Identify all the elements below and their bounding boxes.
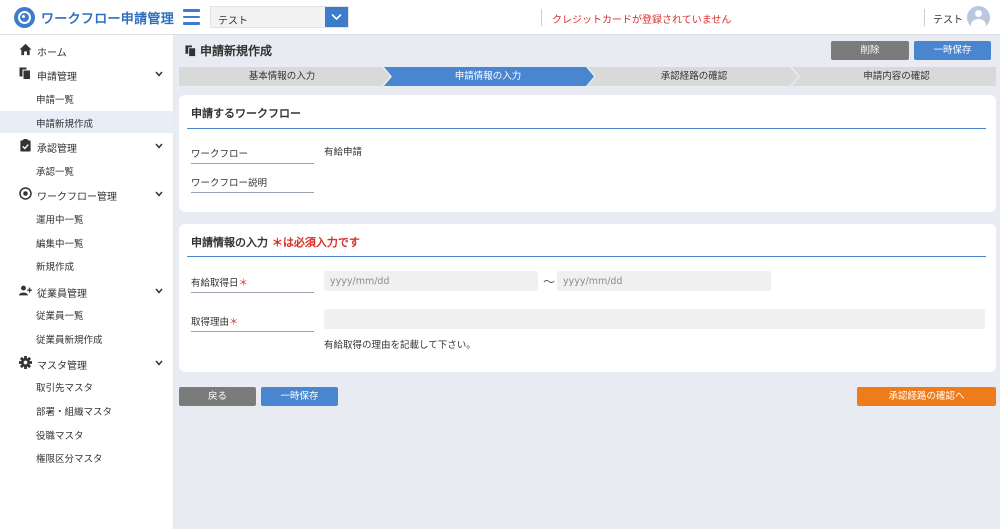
delete-button[interactable]: 削除 <box>831 41 909 60</box>
required-note: ＊は必須入力です <box>271 236 360 249</box>
workspace-select[interactable]: テスト <box>210 6 349 28</box>
sidebar-item-label: 編集中一覧 <box>36 239 84 250</box>
required-mark: ＊ <box>238 278 249 289</box>
sidebar-group-label: マスタ管理 <box>37 361 87 372</box>
clipboard-check-icon <box>20 139 31 152</box>
document-icon <box>185 44 197 57</box>
app-title: ワークフロー申請管理 <box>41 12 175 27</box>
sidebar-item-permission-master[interactable]: 権限区分マスタ <box>0 446 174 468</box>
date-range-separator: 〜 <box>543 275 556 289</box>
chevron-down-icon[interactable] <box>325 7 348 27</box>
top-bar: ワークフロー申請管理 テスト クレジットカードが登録されていません テスト <box>0 0 1000 35</box>
sidebar-item-home[interactable]: ホーム <box>0 39 174 61</box>
gear-icon <box>19 356 32 369</box>
sidebar-item-label: 部署・組織マスタ <box>36 407 113 418</box>
sidebar: ホーム 申請管理 申請一覧 申請新規作成 承認管理 承認一覧 ワークフロー管理 … <box>0 35 174 529</box>
leave-reason-hint: 有給取得の理由を記載して下さい。 <box>324 340 476 351</box>
sidebar-item-position-master[interactable]: 役職マスタ <box>0 423 174 445</box>
sidebar-item-active-workflows[interactable]: 運用中一覧 <box>0 207 174 229</box>
leave-date-to-input[interactable]: yyyy/mm/dd <box>557 271 771 291</box>
workflow-card-title: 申請するワークフロー <box>191 107 301 120</box>
user-plus-icon <box>19 285 32 296</box>
workflow-label: ワークフロー <box>191 146 314 164</box>
sidebar-item-label: 取引先マスタ <box>36 383 94 394</box>
page-title-text: 申請新規作成 <box>200 44 273 58</box>
sidebar-group-application[interactable]: 申請管理 <box>0 63 174 85</box>
sidebar-item-employee-list[interactable]: 従業員一覧 <box>0 303 174 325</box>
sidebar-group-workflow[interactable]: ワークフロー管理 <box>0 183 174 205</box>
chevron-down-icon <box>155 288 163 294</box>
sidebar-item-label: 権限区分マスタ <box>36 454 103 465</box>
sidebar-item-editing-workflows[interactable]: 編集中一覧 <box>0 231 174 253</box>
brand[interactable]: ワークフロー申請管理 <box>14 7 174 28</box>
sidebar-group-approval[interactable]: 承認管理 <box>0 135 174 157</box>
sidebar-group-master[interactable]: マスタ管理 <box>0 352 174 374</box>
sidebar-item-label: 申請一覧 <box>36 95 75 106</box>
sidebar-item-label: 承認一覧 <box>36 167 75 178</box>
workflow-value: 有給申請 <box>324 147 363 158</box>
temp-save-button-top[interactable]: 一時保存 <box>914 41 991 60</box>
back-button[interactable]: 戻る <box>179 387 256 406</box>
card-title-text: 申請情報の入力 <box>191 236 268 249</box>
sidebar-item-label: 従業員新規作成 <box>36 335 103 346</box>
leave-date-label: 有給取得日＊ <box>191 275 314 293</box>
sidebar-item-label: 従業員一覧 <box>36 311 84 322</box>
avatar[interactable] <box>967 6 990 29</box>
chevron-down-icon <box>155 360 163 366</box>
document-icon <box>19 67 31 80</box>
sidebar-group-label: ワークフロー管理 <box>37 192 117 203</box>
sidebar-item-new-employee[interactable]: 従業員新規作成 <box>0 327 174 349</box>
sidebar-item-label: 新規作成 <box>36 262 75 273</box>
logo-icon <box>14 7 35 28</box>
leave-date-from-input[interactable]: yyyy/mm/dd <box>324 271 538 291</box>
target-icon <box>19 187 32 200</box>
progress-steps: 基本情報の入力 申請情報の入力 承認経路の確認 申請内容の確認 <box>179 67 996 86</box>
workflow-card: 申請するワークフロー ワークフロー 有給申請 ワークフロー説明 <box>179 95 996 212</box>
workspace-select-value: テスト <box>218 16 248 27</box>
sidebar-item-new-application[interactable]: 申請新規作成 <box>0 111 174 133</box>
temp-save-button-bottom[interactable]: 一時保存 <box>261 387 338 406</box>
sidebar-item-label: 運用中一覧 <box>36 215 84 226</box>
chevron-down-icon <box>155 191 163 197</box>
home-icon <box>19 43 32 56</box>
sidebar-item-client-master[interactable]: 取引先マスタ <box>0 375 174 397</box>
sidebar-group-label: 承認管理 <box>37 144 77 155</box>
application-input-card-title: 申請情報の入力 ＊は必須入力です <box>191 234 360 250</box>
field-label-text: 取得理由 <box>191 317 230 328</box>
step-confirm: 申請内容の確認 <box>863 71 930 82</box>
sidebar-item-label: 役職マスタ <box>36 431 84 442</box>
sidebar-group-employees[interactable]: 従業員管理 <box>0 280 174 302</box>
required-mark: ＊ <box>229 317 239 328</box>
leave-reason-label: 取得理由＊ <box>191 314 314 332</box>
step-application-info: 申請情報の入力 <box>454 71 522 82</box>
workflow-description-label: ワークフロー説明 <box>191 175 314 193</box>
step-approval-route: 承認経路の確認 <box>660 71 728 82</box>
input-placeholder: yyyy/mm/dd <box>563 276 623 287</box>
page-title: 申請新規作成 <box>185 42 272 59</box>
sidebar-item-application-list[interactable]: 申請一覧 <box>0 87 174 109</box>
divider <box>541 9 542 26</box>
field-label-text: 有給取得日 <box>191 278 239 289</box>
credit-card-alert: クレジットカードが登録されていません <box>552 15 732 26</box>
sidebar-item-label: 申請新規作成 <box>36 119 94 130</box>
input-placeholder: yyyy/mm/dd <box>330 276 390 287</box>
divider <box>187 256 986 257</box>
sidebar-group-label: 申請管理 <box>37 72 77 83</box>
sidebar-group-label: 従業員管理 <box>37 289 87 300</box>
divider <box>187 128 986 129</box>
leave-reason-input[interactable] <box>324 309 985 329</box>
application-input-card: 申請情報の入力 ＊は必須入力です 有給取得日＊ yyyy/mm/dd 〜 yyy… <box>179 224 996 372</box>
divider <box>924 9 925 26</box>
sidebar-item-new-workflow[interactable]: 新規作成 <box>0 254 174 276</box>
step-basic-info: 基本情報の入力 <box>248 71 316 82</box>
user-name[interactable]: テスト <box>933 11 963 26</box>
sidebar-item-label: ホーム <box>37 48 67 59</box>
sidebar-item-department-master[interactable]: 部署・組織マスタ <box>0 399 174 421</box>
chevron-down-icon <box>155 71 163 77</box>
hamburger-menu-icon[interactable] <box>183 9 200 25</box>
chevron-down-icon <box>155 143 163 149</box>
confirm-approval-route-button[interactable]: 承認経路の確認へ <box>857 387 996 406</box>
sidebar-item-approval-list[interactable]: 承認一覧 <box>0 159 174 181</box>
